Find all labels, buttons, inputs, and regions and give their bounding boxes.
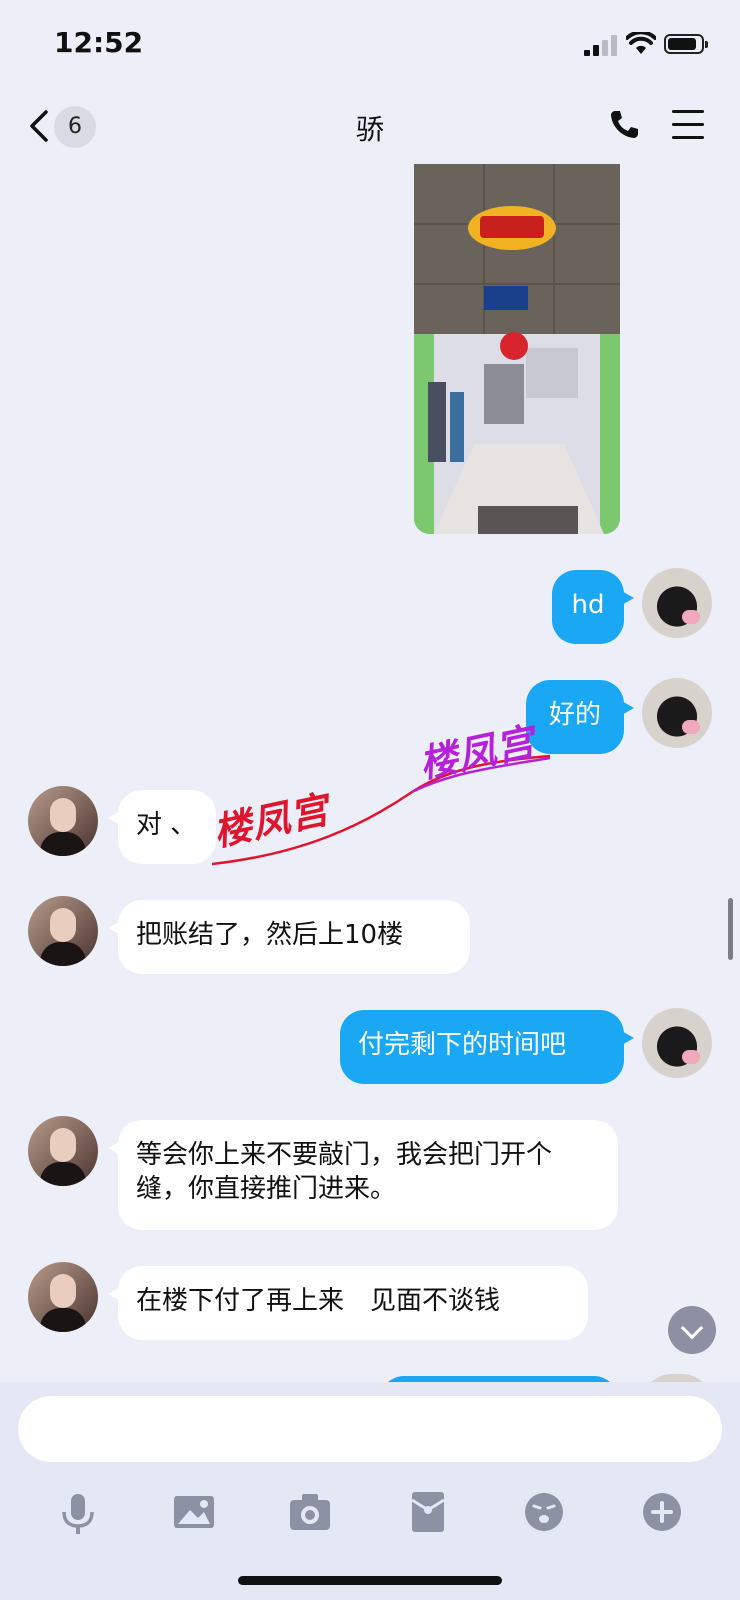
menu-icon[interactable]	[672, 110, 704, 149]
message-text: 在楼下付了再上来 见面不谈钱	[136, 1286, 501, 1316]
chat-header: 6 骄	[0, 90, 740, 162]
message-text: hd	[571, 590, 605, 620]
phone-call-icon[interactable]	[608, 108, 640, 140]
message-input[interactable]	[18, 1396, 722, 1462]
camera-icon[interactable]	[280, 1482, 340, 1542]
status-bar: 12:52	[0, 0, 740, 90]
message-bubble-incoming[interactable]: 等会你上来不要敲门，我会把门开个缝，你直接推门进来。	[108, 1120, 618, 1230]
plus-icon[interactable]	[632, 1482, 692, 1542]
contact-avatar[interactable]	[28, 786, 98, 856]
wifi-icon	[626, 32, 656, 54]
home-indicator	[238, 1576, 502, 1585]
self-avatar[interactable]	[642, 678, 712, 748]
message-bubble-outgoing[interactable]: 好的	[526, 680, 634, 754]
image-message[interactable]	[414, 164, 620, 534]
mic-icon[interactable]	[48, 1482, 108, 1542]
input-toolbar	[0, 1482, 740, 1542]
contact-avatar[interactable]	[28, 1262, 98, 1332]
message-text: 等会你上来不要敲门，我会把门开个缝，你直接推门进来。	[136, 1140, 553, 1204]
message-text: 对 、	[136, 810, 197, 840]
self-avatar[interactable]	[642, 1008, 712, 1078]
scrollbar[interactable]	[728, 898, 733, 960]
message-text: 把账结了，然后上10楼	[136, 920, 404, 950]
scroll-to-bottom-button[interactable]	[668, 1306, 716, 1354]
red-packet-icon[interactable]	[398, 1482, 458, 1542]
signal-icon	[584, 34, 620, 56]
image-icon[interactable]	[164, 1482, 224, 1542]
message-bubble-incoming[interactable]: 把账结了，然后上10楼	[108, 900, 470, 974]
message-bubble-outgoing[interactable]: hd	[552, 570, 634, 644]
status-time: 12:52	[54, 26, 144, 59]
message-bubble-incoming[interactable]: 在楼下付了再上来 见面不谈钱	[108, 1266, 588, 1340]
input-area	[0, 1382, 740, 1600]
message-bubble-incoming[interactable]: 对 、	[108, 790, 216, 864]
message-bubble-outgoing[interactable]: 付完剩下的时间吧	[340, 1010, 634, 1084]
self-avatar[interactable]	[642, 568, 712, 638]
message-text: 付完剩下的时间吧	[358, 1030, 567, 1060]
message-text: 好的	[548, 700, 601, 730]
emoji-icon[interactable]	[514, 1482, 574, 1542]
battery-icon	[664, 34, 708, 54]
contact-avatar[interactable]	[28, 896, 98, 966]
contact-avatar[interactable]	[28, 1116, 98, 1186]
